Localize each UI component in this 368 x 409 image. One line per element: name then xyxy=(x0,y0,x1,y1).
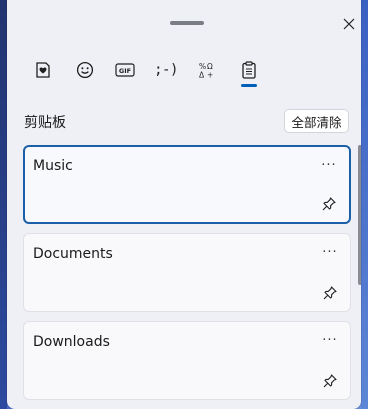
more-options-button[interactable]: ··· xyxy=(320,330,340,350)
clear-all-button[interactable]: 全部清除 xyxy=(284,109,349,133)
pin-button[interactable] xyxy=(320,283,340,303)
clipboard-item[interactable]: Documents ··· xyxy=(23,233,351,312)
gif-icon: GIF xyxy=(115,63,135,77)
pin-button[interactable] xyxy=(320,371,340,391)
close-button[interactable] xyxy=(339,14,359,34)
symbols-icon: % Ω Δ + xyxy=(199,62,213,80)
clipboard-item-text: Music xyxy=(33,158,73,174)
pin-button[interactable] xyxy=(319,194,339,214)
pin-icon xyxy=(322,197,336,211)
tab-symbols[interactable]: % Ω Δ + xyxy=(192,55,222,85)
pin-icon xyxy=(323,286,337,300)
tab-kaomoji[interactable]: ;-) xyxy=(151,55,181,85)
desktop-background-left xyxy=(0,0,7,409)
category-tabs: GIF ;-) % Ω Δ + xyxy=(7,55,361,89)
clipboard-item[interactable]: Music ··· xyxy=(23,145,351,224)
heart-note-icon xyxy=(36,62,50,78)
svg-text:Δ: Δ xyxy=(199,71,205,80)
clipboard-title: 剪贴板 xyxy=(24,115,66,131)
emoji-clipboard-panel: GIF ;-) % Ω Δ + 剪贴板 全部清除 Music ··· Docum… xyxy=(7,0,361,409)
clipboard-icon xyxy=(242,61,256,79)
gif-label: GIF xyxy=(119,67,131,75)
close-icon xyxy=(343,18,355,30)
pin-icon xyxy=(323,374,337,388)
scrollbar-thumb[interactable] xyxy=(358,145,361,285)
tab-favorites[interactable] xyxy=(28,55,58,85)
kaomoji-icon: ;-) xyxy=(154,62,178,78)
more-options-button[interactable]: ··· xyxy=(320,242,340,262)
active-tab-indicator xyxy=(241,84,257,87)
clipboard-item-text: Downloads xyxy=(33,334,110,350)
more-icon: ··· xyxy=(321,157,337,173)
more-icon: ··· xyxy=(322,332,338,348)
more-options-button[interactable]: ··· xyxy=(319,155,339,175)
tab-gif[interactable]: GIF xyxy=(110,55,140,85)
more-icon: ··· xyxy=(322,244,338,260)
tab-clipboard[interactable] xyxy=(234,55,264,85)
desktop-background-right xyxy=(361,0,368,409)
clipboard-item[interactable]: Downloads ··· xyxy=(23,321,351,400)
drag-handle[interactable] xyxy=(170,21,204,25)
emoji-icon xyxy=(76,61,94,79)
clipboard-item-text: Documents xyxy=(33,246,113,262)
clipboard-list: Music ··· Documents ··· Downloads ··· xyxy=(23,145,351,409)
tab-emoji[interactable] xyxy=(70,55,100,85)
svg-text:+: + xyxy=(207,71,213,80)
